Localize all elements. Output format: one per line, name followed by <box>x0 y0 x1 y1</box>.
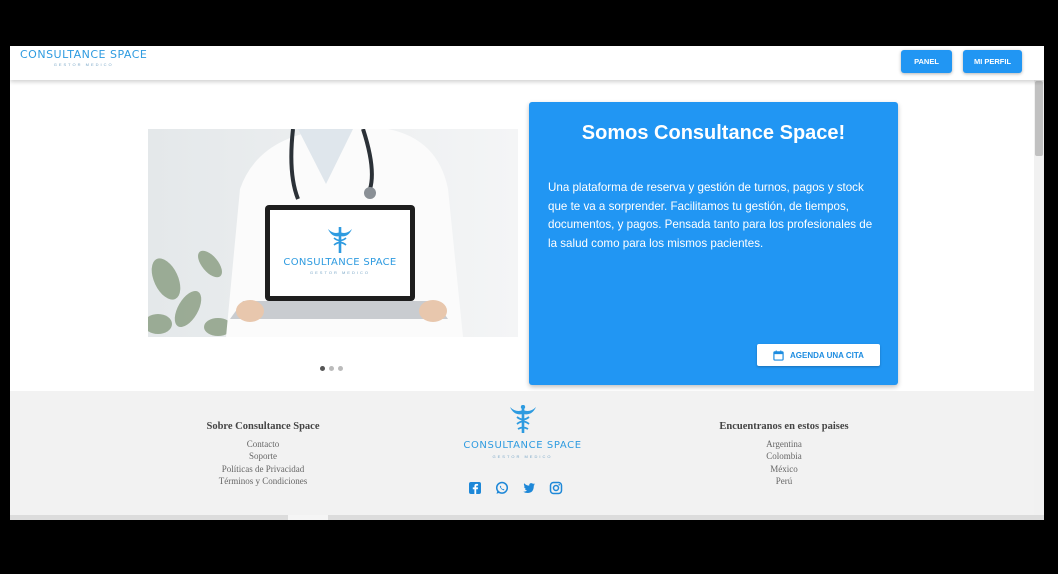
carousel-indicators <box>320 366 343 371</box>
footer-logo-text: CONSULTANCE SPACE <box>463 440 582 451</box>
panel-button[interactable]: PANEL <box>901 50 952 73</box>
footer-logo-subtitle: GESTOR MEDICO <box>492 454 553 459</box>
browser-viewport: CONSULTANCE SPACE GESTOR MEDICO PANEL MI… <box>10 46 1044 520</box>
scrollbar-thumb[interactable] <box>1035 81 1043 156</box>
carousel-dot-3[interactable] <box>338 366 343 371</box>
hero-card: Somos Consultance Space! Una plataforma … <box>529 102 898 385</box>
carousel-image: CONSULTANCE SPACE GESTOR MEDICO <box>148 129 518 337</box>
twitter-icon[interactable] <box>522 481 536 495</box>
footer-countries-column: Encuentranos en estos paises Argentina C… <box>684 421 884 487</box>
footer-link-privacidad[interactable]: Políticas de Privacidad <box>163 463 363 475</box>
footer-about-column: Sobre Consultance Space Contacto Soporte… <box>163 421 363 487</box>
carousel-dot-2[interactable] <box>329 366 334 371</box>
instagram-icon[interactable] <box>549 481 563 495</box>
horizontal-scrollbar-thumb[interactable] <box>288 515 328 520</box>
footer-about-heading: Sobre Consultance Space <box>206 421 320 432</box>
footer-link-terminos[interactable]: Términos y Condiciones <box>163 475 363 487</box>
country-colombia[interactable]: Colombia <box>684 450 884 462</box>
footer-countries-heading: Encuentranos en estos paises <box>719 421 849 432</box>
brand-logo[interactable]: CONSULTANCE SPACE GESTOR MEDICO <box>20 48 147 67</box>
laptop-screen-logo-subtitle: GESTOR MEDICO <box>310 270 370 275</box>
top-navbar: CONSULTANCE SPACE GESTOR MEDICO PANEL MI… <box>10 46 1044 80</box>
footer-link-soporte[interactable]: Soporte <box>163 450 363 462</box>
hero-description: Una plataforma de reserva y gestión de t… <box>548 181 873 250</box>
hero-title: Somos Consultance Space! <box>581 122 846 144</box>
book-appointment-button[interactable]: AGENDA UNA CITA <box>757 344 880 366</box>
footer: Sobre Consultance Space Contacto Soporte… <box>10 391 1034 520</box>
facebook-icon[interactable] <box>468 481 482 495</box>
doctor-laptop-illustration <box>148 129 518 337</box>
footer-logo: CONSULTANCE SPACE GESTOR MEDICO <box>455 404 590 459</box>
horizontal-scrollbar[interactable] <box>10 515 1044 520</box>
laptop-screen-logo-text: CONSULTANCE SPACE <box>283 257 397 268</box>
footer-link-contacto[interactable]: Contacto <box>163 438 363 450</box>
caduceus-icon <box>509 404 536 433</box>
brand-logo-text: CONSULTANCE SPACE <box>20 48 148 61</box>
book-appointment-label: AGENDA UNA CITA <box>790 350 864 360</box>
whatsapp-icon[interactable] <box>495 481 509 495</box>
carousel-dot-1[interactable] <box>320 366 325 371</box>
social-links <box>468 481 563 495</box>
country-argentina[interactable]: Argentina <box>684 438 884 450</box>
country-mexico[interactable]: México <box>684 463 884 475</box>
brand-logo-subtitle: GESTOR MEDICO <box>53 62 114 67</box>
calendar-icon <box>773 349 784 361</box>
my-profile-button[interactable]: MI PERFIL <box>963 50 1022 73</box>
country-peru[interactable]: Perú <box>684 475 884 487</box>
laptop-screen-logo: CONSULTANCE SPACE GESTOR MEDICO <box>270 257 410 275</box>
